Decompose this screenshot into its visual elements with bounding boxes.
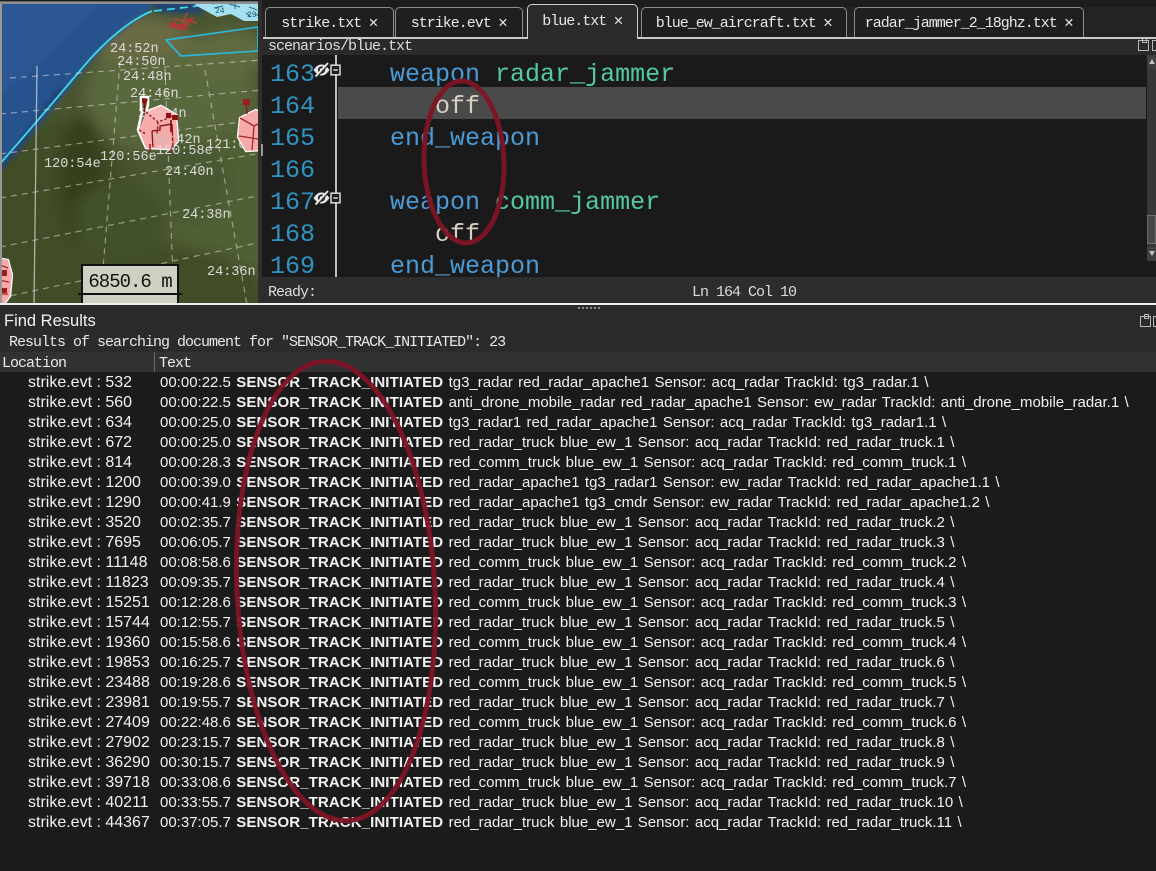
svg-text:24:46n: 24:46n [130, 87, 179, 102]
svg-text:6850.6 m: 6850.6 m [88, 271, 172, 293]
svg-text:120:56e: 120:56e [100, 150, 157, 165]
svg-text:120:58e: 120:58e [156, 144, 213, 159]
svg-text:24:48n: 24:48n [123, 70, 172, 85]
svg-text:24:40n: 24:40n [165, 165, 214, 180]
svg-text:120:54e: 120:54e [44, 157, 101, 172]
svg-text:24:36n: 24:36n [207, 265, 256, 280]
svg-text:24:50n: 24:50n [117, 55, 166, 70]
svg-text:24: 24 [215, 7, 225, 16]
svg-text:24:38n: 24:38n [182, 208, 231, 223]
svg-text:29: 29 [247, 11, 257, 20]
